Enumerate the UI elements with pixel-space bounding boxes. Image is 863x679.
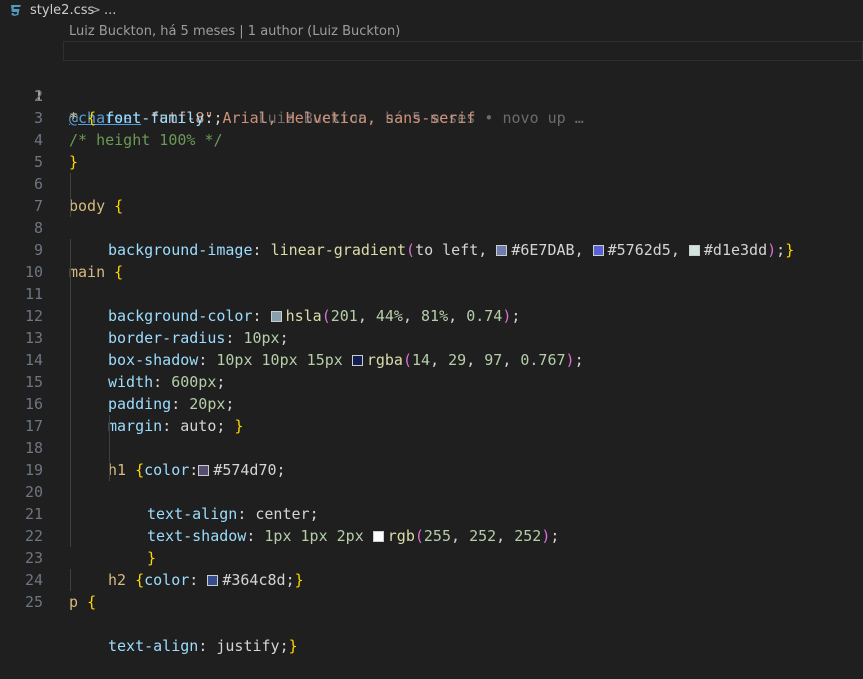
code-line-3[interactable]: 3 /* height 100% */ [0,85,863,149]
code-editor[interactable]: 1 @charset "utf-8"; Luiz Buckton, há 5 m… [0,41,863,655]
code-line-5[interactable]: 5 [0,129,863,171]
css-file-icon [11,5,21,16]
code-line-17[interactable]: 17 h1 {color: #574d70; [0,393,863,479]
indent-guide [70,503,71,525]
line-number: 25 [24,593,43,611]
selector: p [69,593,79,611]
property: text-align [108,637,199,655]
code-line-21[interactable]: 21 [0,481,863,523]
indent-guide [70,525,71,547]
breadcrumb-more[interactable]: ... [104,3,116,18]
code-line-20[interactable]: 20 } [0,459,863,567]
code-line-15[interactable]: 15 margin: auto; } [0,349,863,435]
indent-guide [70,459,71,481]
code-line-10[interactable]: 10 background-color: hsla(201, 44%, 81%,… [0,239,863,325]
value: justify [216,637,280,655]
indent-guide [70,415,71,437]
brace: { [87,593,97,611]
indent-guide [70,327,71,349]
code-line-6[interactable]: 6 body { [0,151,863,215]
code-line-7[interactable]: 7 background-image: linear-gradient(to l… [0,173,863,259]
brace: } [288,637,298,655]
code-line-14[interactable]: 14 padding: 20px; [0,327,863,413]
code-line-16[interactable]: 16 [0,371,863,413]
code-line-22[interactable]: 22 h2 {color: #364c8d;} [0,503,863,589]
indent-guide [70,195,71,217]
codelens-blame[interactable]: Luiz Buckton, há 5 meses | 1 author (Lui… [69,24,400,42]
indent-guide [70,569,71,591]
indent-guide [70,239,71,261]
code-line-1[interactable]: 1 @charset "utf-8"; Luiz Buckton, há 5 m… [0,41,863,127]
code-line-19[interactable]: 19 text-shadow: 1px 1px 2px rgb(255, 252… [0,437,863,545]
code-line-25[interactable]: 25 text-align: justify;} [0,569,863,655]
chevron-right-icon: > [90,3,101,18]
code-line-24[interactable]: 24 p { [0,547,863,611]
breadcrumb-file[interactable]: style2.css [30,3,94,18]
code-line-13[interactable]: 13 width: 600px; [0,305,863,391]
indent-guide [70,481,71,503]
current-line-highlight [63,41,863,61]
code-line-12[interactable]: 12 box-shadow: 10px 10px 15px rgba(14, 2… [0,283,863,369]
indent-guide [70,173,71,195]
indent-guide [109,459,110,481]
code-line-23[interactable]: 23 [0,525,863,567]
indent-guide [70,393,71,415]
indent-guide [109,437,110,459]
code-line-2[interactable]: 2 * { font-family: Arial, Helvetica, san… [0,63,863,127]
indent-guide [70,437,71,459]
indent-guide [70,261,71,283]
code-line-9[interactable]: 9 main { [0,217,863,281]
code-line-11[interactable]: 11 border-radius: 10px; [0,261,863,347]
indent-guide [109,415,110,437]
code-line-18[interactable]: 18 text-align: center; [0,415,863,523]
indent-guide [70,349,71,371]
code-line-4[interactable]: 4 } [0,107,863,171]
indent-guide [70,305,71,327]
breadcrumb: style2.css > ... [0,0,863,22]
code-line-8[interactable]: 8 [0,195,863,237]
indent-guide [70,283,71,305]
indent-guide [70,371,71,393]
